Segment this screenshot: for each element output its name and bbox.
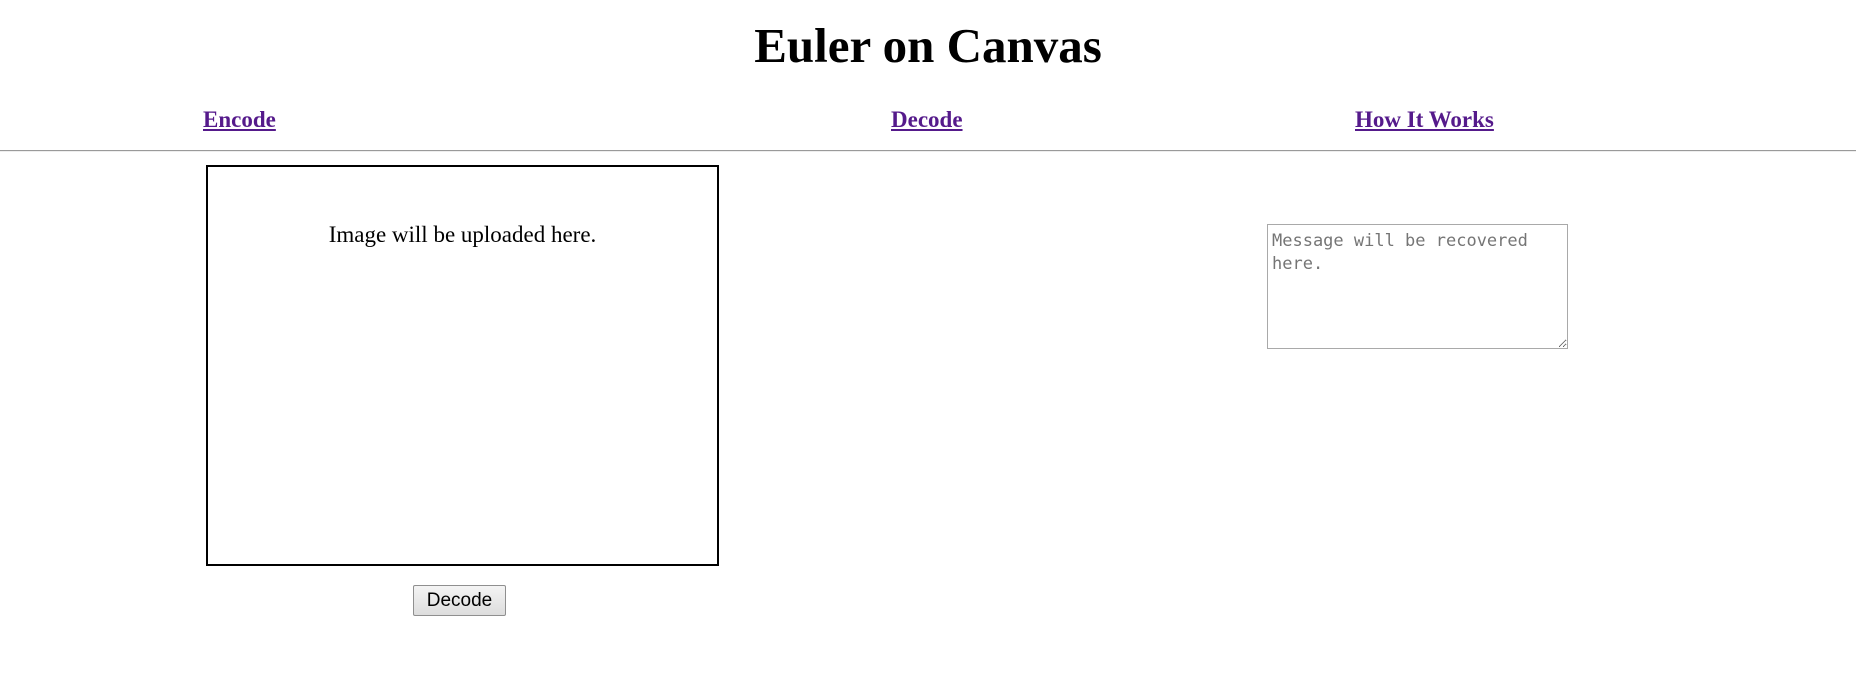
nav-link-decode[interactable]: Decode [891,106,963,134]
page-title: Euler on Canvas [754,18,1102,73]
header-divider [0,150,1856,152]
page: Euler on Canvas Encode Decode How It Wor… [0,0,1856,693]
recovered-message-textarea[interactable] [1267,224,1568,349]
upload-placeholder-text: Image will be uploaded here. [328,222,597,247]
decode-button[interactable]: Decode [413,585,506,616]
nav-link-encode[interactable]: Encode [203,106,276,134]
nav-link-how-it-works[interactable]: How It Works [1355,106,1494,134]
image-upload-area[interactable]: Image will be uploaded here. [206,165,719,566]
